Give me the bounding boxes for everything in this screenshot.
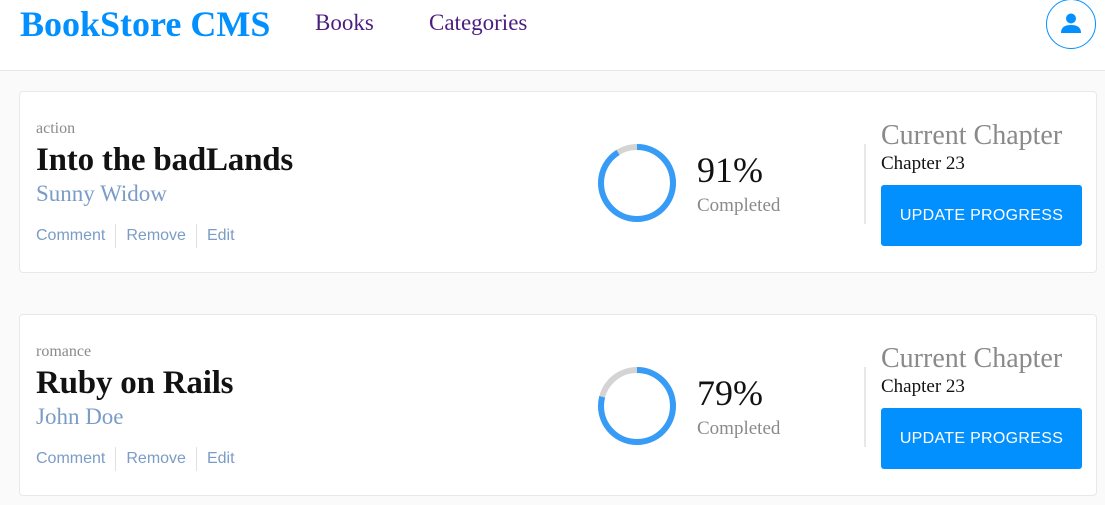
book-author: Sunny Widow <box>36 181 167 206</box>
nav-link-categories[interactable]: Categories <box>429 8 527 38</box>
update-progress-button[interactable]: UPDATE PROGRESS <box>881 185 1082 246</box>
remove-button[interactable]: Remove <box>126 223 186 249</box>
user-icon <box>1061 13 1081 33</box>
book-actions: Comment Remove Edit <box>36 223 235 249</box>
progress-ring <box>598 144 676 222</box>
edit-button[interactable]: Edit <box>207 446 235 472</box>
section-divider <box>864 367 866 447</box>
nav-link-books[interactable]: Books <box>315 8 374 38</box>
current-chapter-value: Chapter 23 <box>881 376 965 397</box>
action-divider <box>195 447 197 471</box>
comment-button[interactable]: Comment <box>36 223 105 249</box>
comment-button[interactable]: Comment <box>36 446 105 472</box>
progress-ring-fill <box>598 144 676 222</box>
progress-completed-label: Completed <box>697 418 781 439</box>
progress-ring <box>598 367 676 445</box>
book-card: action Into the badLands Sunny Widow Com… <box>19 91 1097 273</box>
progress-completed-label: Completed <box>697 195 781 216</box>
site-header: BookStore CMS Books Categories <box>0 0 1105 71</box>
current-chapter-heading: Current Chapter <box>881 343 1063 374</box>
action-divider <box>195 224 197 248</box>
book-category: romance <box>36 343 92 360</box>
remove-button[interactable]: Remove <box>126 446 186 472</box>
book-category: action <box>36 120 76 137</box>
update-progress-button[interactable]: UPDATE PROGRESS <box>881 408 1082 469</box>
action-divider <box>115 447 117 471</box>
progress-percent: 79% <box>697 373 763 413</box>
current-chapter-value: Chapter 23 <box>881 153 965 174</box>
user-profile-button[interactable] <box>1046 0 1096 49</box>
progress-percent: 91% <box>697 150 763 190</box>
book-title: Into the badLands <box>36 142 294 178</box>
action-divider <box>115 224 117 248</box>
site-logo[interactable]: BookStore CMS <box>20 2 270 46</box>
section-divider <box>864 144 866 224</box>
book-title: Ruby on Rails <box>36 365 234 401</box>
book-card: romance Ruby on Rails John Doe Comment R… <box>19 314 1097 496</box>
book-author: John Doe <box>36 404 124 429</box>
edit-button[interactable]: Edit <box>207 223 235 249</box>
book-actions: Comment Remove Edit <box>36 446 235 472</box>
current-chapter-heading: Current Chapter <box>881 120 1063 151</box>
